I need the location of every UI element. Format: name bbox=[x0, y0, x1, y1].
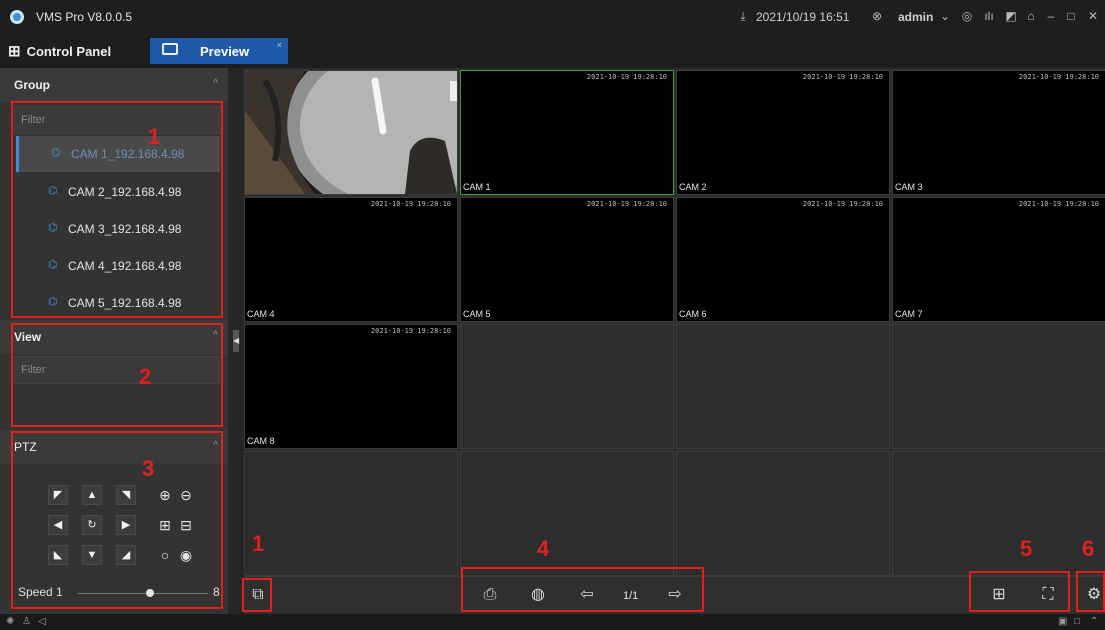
tab-control-panel-label: Control Panel bbox=[26, 43, 112, 59]
annotation-number: 2 bbox=[139, 364, 152, 389]
group-header[interactable]: Group ^ bbox=[0, 68, 228, 102]
grid-icon: ⊞ bbox=[8, 43, 21, 60]
camera-name-overlay: CAM 5 bbox=[463, 309, 491, 319]
screenshot-icon[interactable]: ◩ bbox=[1004, 9, 1018, 23]
maximize-icon[interactable]: □ bbox=[1064, 9, 1078, 23]
annotation-box-view bbox=[11, 323, 223, 427]
empty-video-cell[interactable] bbox=[244, 451, 458, 576]
annotation-box-center-tools bbox=[461, 567, 704, 612]
annotation-number: 1 bbox=[252, 531, 265, 556]
annotation-box-close-all bbox=[242, 578, 272, 612]
talk-icon[interactable]: ♙ bbox=[22, 616, 31, 627]
monitor-icon bbox=[162, 43, 178, 55]
status-bar: ✺ ♙ ◁ ▣ □ ⌃ bbox=[0, 614, 1105, 630]
tab-bar: ⊞ Control Panel Preview × bbox=[0, 34, 1105, 68]
video-cell[interactable]: 2021-10-19 19:28:10 CAM 4 bbox=[244, 197, 458, 322]
annotation-number: 1 bbox=[148, 124, 161, 149]
app-title: VMS Pro V8.0.0.5 bbox=[36, 10, 133, 24]
camera-name-overlay: CAM 4 bbox=[247, 309, 275, 319]
timestamp-overlay: 2021-10-19 19:28:10 bbox=[1018, 73, 1099, 81]
annotation-number: 5 bbox=[1020, 536, 1033, 561]
stats-icon[interactable]: ılı bbox=[982, 9, 996, 23]
lock-icon[interactable]: ⌂ bbox=[1024, 9, 1038, 23]
timestamp-overlay: 2021-10-19 19:28:10 bbox=[1018, 200, 1099, 208]
close-icon[interactable]: ✕ bbox=[1086, 9, 1100, 23]
alarm-icon[interactable]: ✺ bbox=[6, 616, 14, 627]
video-cell[interactable] bbox=[244, 70, 458, 195]
video-cell[interactable]: 2021-10-19 19:28:10 CAM 6 bbox=[676, 197, 890, 322]
save-icon[interactable]: ▣ bbox=[1058, 616, 1067, 627]
tab-preview-label: Preview bbox=[200, 44, 250, 59]
title-bar: VMS Pro V8.0.0.5 ⤓ 2021/10/19 16:51 ⊗ ad… bbox=[0, 0, 1105, 34]
app-logo-icon bbox=[10, 10, 24, 24]
tab-control-panel[interactable]: ⊞ Control Panel bbox=[8, 38, 111, 64]
camera-name-overlay: CAM 6 bbox=[679, 309, 707, 319]
camera-name-overlay: CAM 7 bbox=[895, 309, 923, 319]
empty-video-cell[interactable] bbox=[676, 451, 890, 576]
video-cell[interactable]: 2021-10-19 19:28:10 CAM 1 bbox=[460, 70, 674, 195]
camera-name-overlay: CAM 1 bbox=[463, 182, 491, 192]
annotation-number: 3 bbox=[142, 456, 155, 481]
collapse-caret-icon[interactable]: ^ bbox=[213, 78, 218, 89]
datetime-label: 2021/10/19 16:51 bbox=[756, 10, 850, 24]
empty-video-cell[interactable] bbox=[460, 324, 674, 449]
video-cell[interactable]: 2021-10-19 19:28:10 CAM 7 bbox=[892, 197, 1105, 322]
camera-name-overlay: CAM 3 bbox=[895, 182, 923, 192]
timestamp-overlay: 2021-10-19 19:28:10 bbox=[370, 200, 451, 208]
group-title: Group bbox=[14, 78, 50, 92]
annotation-box-ptz bbox=[11, 431, 223, 609]
timestamp-overlay: 2021-10-19 19:28:10 bbox=[370, 327, 451, 335]
settings-icon[interactable]: ◎ bbox=[960, 9, 974, 23]
annotation-number: 4 bbox=[537, 536, 550, 561]
chevron-down-icon[interactable]: ⌄ bbox=[938, 9, 952, 23]
timestamp-overlay: 2021-10-19 19:28:10 bbox=[586, 73, 667, 81]
timestamp-overlay: 2021-10-19 19:28:10 bbox=[802, 73, 883, 81]
window-icon[interactable]: □ bbox=[1074, 616, 1080, 627]
annotation-box-group bbox=[11, 101, 223, 318]
user-label[interactable]: admin bbox=[898, 8, 933, 26]
camera-name-overlay: CAM 8 bbox=[247, 436, 275, 446]
video-cell[interactable]: 2021-10-19 19:28:10 CAM 8 bbox=[244, 324, 458, 449]
empty-video-cell[interactable] bbox=[892, 324, 1105, 449]
network-icon[interactable]: ⊗ bbox=[870, 9, 884, 23]
timestamp-overlay: 2021-10-19 19:28:10 bbox=[802, 200, 883, 208]
empty-video-cell[interactable] bbox=[676, 324, 890, 449]
download-icon[interactable]: ⤓ bbox=[736, 9, 750, 23]
annotation-box-settings bbox=[1076, 571, 1105, 612]
video-grid: 2021-10-19 19:28:10 CAM 1 2021-10-19 19:… bbox=[244, 70, 1105, 576]
minimize-icon[interactable]: – bbox=[1044, 9, 1058, 23]
tab-close-icon[interactable]: × bbox=[277, 40, 282, 50]
collapse-sidebar-icon[interactable]: ◀ bbox=[233, 330, 239, 352]
annotation-box-layout bbox=[969, 571, 1070, 612]
video-cell[interactable]: 2021-10-19 19:28:10 CAM 2 bbox=[676, 70, 890, 195]
camera-name-overlay: CAM 2 bbox=[679, 182, 707, 192]
audio-icon[interactable]: ◁ bbox=[38, 616, 46, 627]
annotation-number: 6 bbox=[1082, 536, 1095, 561]
expand-icon[interactable]: ⌃ bbox=[1090, 616, 1098, 627]
video-cell[interactable]: 2021-10-19 19:28:10 CAM 5 bbox=[460, 197, 674, 322]
tab-preview[interactable]: Preview × bbox=[150, 38, 288, 64]
timestamp-overlay: 2021-10-19 19:28:10 bbox=[586, 200, 667, 208]
video-cell[interactable]: 2021-10-19 19:28:10 CAM 3 bbox=[892, 70, 1105, 195]
camera-feed-image bbox=[245, 71, 457, 194]
empty-video-cell[interactable] bbox=[460, 451, 674, 576]
empty-video-cell[interactable] bbox=[892, 451, 1105, 576]
